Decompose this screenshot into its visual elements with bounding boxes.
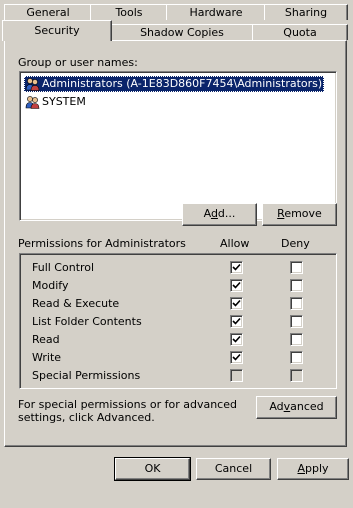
apply-button-label-end: pply	[305, 462, 329, 475]
add-button-accelerator: d	[210, 207, 218, 220]
permissions-title: Permissions for Administrators	[18, 237, 186, 250]
user-name: SYSTEM	[42, 95, 86, 108]
user-group-icon	[25, 78, 40, 91]
allow-checkbox-full-control[interactable]	[230, 261, 243, 274]
remove-button-label-end: emove	[284, 207, 322, 220]
user-name: Administrators (A-1E83D860F7454\Administ…	[42, 77, 323, 90]
advanced-note: For special permissions or for advanced …	[18, 398, 237, 424]
tab-shadow-copies[interactable]: Shadow Copies	[110, 24, 254, 40]
add-button-label-start: A	[203, 207, 211, 220]
ok-button[interactable]: OK	[114, 457, 191, 481]
tab-sharing-label: Sharing	[284, 6, 328, 19]
remove-button[interactable]: Remove	[262, 203, 337, 226]
deny-checkbox-write[interactable]	[290, 351, 303, 364]
user-list-item-system[interactable]: SYSTEM	[24, 94, 88, 110]
tab-security-label: Security	[34, 24, 80, 37]
allow-checkbox-special-permissions	[230, 369, 243, 382]
allow-checkbox-list-folder-contents[interactable]	[230, 315, 243, 328]
permission-label: List Folder Contents	[32, 315, 142, 328]
apply-button[interactable]: Apply	[277, 458, 349, 480]
security-tab-panel: Group or user names: Administrators (A-1…	[4, 40, 347, 447]
add-button[interactable]: Add...	[182, 203, 257, 226]
allow-checkbox-write[interactable]	[230, 351, 243, 364]
user-list[interactable]: Administrators (A-1E83D860F7454\Administ…	[19, 71, 337, 221]
deny-checkbox-full-control[interactable]	[290, 261, 303, 274]
deny-checkbox-read-execute[interactable]	[290, 297, 303, 310]
user-group-icon	[25, 96, 40, 109]
permission-label: Write	[32, 351, 62, 364]
deny-checkbox-modify[interactable]	[290, 279, 303, 292]
checkmark-icon	[232, 263, 241, 271]
cancel-button[interactable]: Cancel	[196, 458, 271, 480]
deny-checkbox-read[interactable]	[290, 333, 303, 346]
permission-label: Modify	[32, 279, 69, 292]
tab-general[interactable]: General	[4, 4, 92, 20]
allow-checkbox-read-execute[interactable]	[230, 297, 243, 310]
advanced-button-label-end: anced	[290, 400, 324, 413]
checkmark-icon	[232, 281, 241, 289]
tab-quota[interactable]: Quota	[252, 24, 348, 40]
tab-tools[interactable]: Tools	[90, 4, 168, 20]
advanced-button-label-start: Ad	[269, 400, 284, 413]
tab-tools-label: Tools	[115, 6, 143, 19]
permission-label: Special Permissions	[32, 369, 141, 382]
deny-column-header: Deny	[281, 237, 310, 250]
deny-checkbox-list-folder-contents[interactable]	[290, 315, 303, 328]
checkmark-icon	[232, 317, 241, 325]
add-button-label-end: d...	[217, 207, 236, 220]
user-list-item-administrators[interactable]: Administrators (A-1E83D860F7454\Administ…	[24, 76, 325, 92]
tab-sharing[interactable]: Sharing	[264, 4, 348, 20]
permission-label: Full Control	[32, 261, 95, 274]
checkmark-icon	[232, 353, 241, 361]
checkmark-icon	[232, 335, 241, 343]
advanced-button[interactable]: Advanced	[256, 396, 337, 419]
deny-checkbox-special-permissions	[290, 369, 303, 382]
checkmark-icon	[232, 299, 241, 307]
group-or-user-names-label: Group or user names:	[18, 56, 138, 69]
permission-label: Read	[32, 333, 60, 346]
cancel-button-label: Cancel	[214, 462, 253, 475]
permission-label: Read & Execute	[32, 297, 120, 310]
tab-security[interactable]: Security	[2, 20, 112, 41]
tab-shadow-copies-label: Shadow Copies	[140, 26, 224, 39]
permissions-list: Full Control Modify Read & Execute List …	[19, 253, 337, 389]
allow-checkbox-read[interactable]	[230, 333, 243, 346]
allow-checkbox-modify[interactable]	[230, 279, 243, 292]
apply-button-accelerator: A	[297, 462, 305, 475]
ok-button-label: OK	[144, 462, 161, 475]
tab-hardware-label: Hardware	[189, 6, 243, 19]
tab-hardware[interactable]: Hardware	[166, 4, 266, 20]
tab-general-label: General	[26, 6, 70, 19]
tab-quota-label: Quota	[283, 26, 317, 39]
allow-column-header: Allow	[220, 237, 250, 250]
